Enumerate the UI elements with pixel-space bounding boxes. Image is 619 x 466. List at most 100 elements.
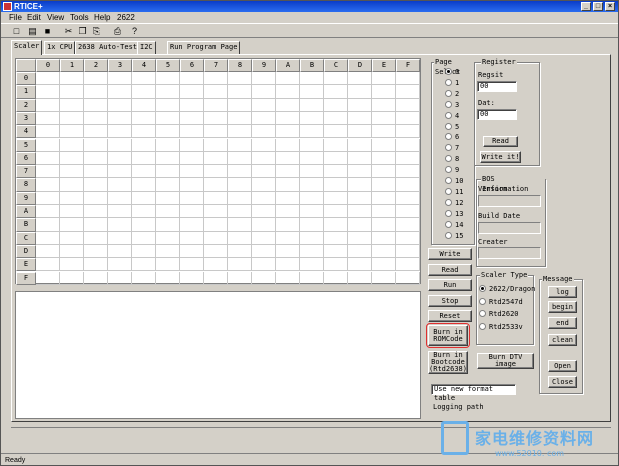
grid-cell[interactable] <box>324 244 348 259</box>
grid-cell[interactable] <box>348 138 372 152</box>
grid-cell[interactable] <box>396 258 420 272</box>
grid-cell[interactable] <box>252 138 276 152</box>
grid-cell[interactable] <box>180 151 204 166</box>
grid-cell[interactable] <box>132 178 156 192</box>
grid-cell[interactable] <box>300 244 324 259</box>
grid-cell[interactable] <box>60 205 84 219</box>
grid-cell[interactable] <box>276 111 300 126</box>
grid-cell[interactable] <box>36 151 60 166</box>
page-radio-9[interactable]: 9 <box>445 166 459 175</box>
grid-cell[interactable] <box>324 231 348 245</box>
register-grid[interactable]: 0123456789ABCDEF0123456789ABCDEF <box>15 58 421 285</box>
scaler-radio-2622-dragon[interactable]: 2622/Dragon <box>479 285 535 294</box>
grid-cell[interactable] <box>108 231 132 245</box>
grid-cell[interactable] <box>108 271 132 285</box>
grid-cell[interactable] <box>36 205 60 219</box>
grid-cell[interactable] <box>228 231 252 245</box>
grid-cell[interactable] <box>132 165 156 179</box>
grid-cell[interactable] <box>84 138 108 152</box>
grid-cell[interactable] <box>396 125 420 139</box>
grid-cell[interactable] <box>276 258 300 272</box>
grid-cell[interactable] <box>180 178 204 192</box>
grid-cell[interactable] <box>180 111 204 126</box>
grid-cell[interactable] <box>204 98 228 112</box>
grid-cell[interactable] <box>204 205 228 219</box>
page-radio-6[interactable]: 6 <box>445 133 459 142</box>
grid-cell[interactable] <box>204 125 228 139</box>
grid-cell[interactable] <box>372 125 396 139</box>
tab-2638-auto-test[interactable]: 2638 Auto-Test <box>75 41 141 54</box>
grid-cell[interactable] <box>396 244 420 259</box>
stop-button[interactable]: Stop <box>428 295 472 307</box>
clean-button[interactable]: clean <box>548 334 577 346</box>
menu-edit[interactable]: Edit <box>27 13 41 22</box>
grid-cell[interactable] <box>156 205 180 219</box>
grid-cell[interactable] <box>156 178 180 192</box>
grid-cell[interactable] <box>60 151 84 166</box>
grid-cell[interactable] <box>300 151 324 166</box>
grid-cell[interactable] <box>228 138 252 152</box>
grid-cell[interactable] <box>348 165 372 179</box>
maximize-button[interactable]: □ <box>593 2 603 11</box>
grid-cell[interactable] <box>60 191 84 205</box>
grid-cell[interactable] <box>396 138 420 152</box>
page-radio-1[interactable]: 1 <box>445 78 459 88</box>
grid-cell[interactable] <box>276 178 300 192</box>
grid-cell[interactable] <box>396 72 420 86</box>
grid-cell[interactable] <box>348 191 372 205</box>
grid-cell[interactable] <box>180 191 204 205</box>
grid-cell[interactable] <box>252 271 276 285</box>
close-button[interactable]: × <box>605 2 615 11</box>
reset-button[interactable]: Reset <box>428 310 472 322</box>
grid-cell[interactable] <box>252 98 276 112</box>
grid-cell[interactable] <box>60 98 84 112</box>
grid-cell[interactable] <box>204 218 228 232</box>
grid-cell[interactable] <box>396 205 420 219</box>
grid-cell[interactable] <box>348 178 372 192</box>
grid-cell[interactable] <box>252 231 276 245</box>
grid-cell[interactable] <box>132 218 156 232</box>
tab-run-program-page[interactable]: Run Program Page <box>167 41 241 54</box>
page-radio-8[interactable]: 8 <box>445 155 459 164</box>
save-icon[interactable]: ■ <box>42 26 53 36</box>
minimize-button[interactable]: _ <box>581 2 591 11</box>
grid-cell[interactable] <box>84 258 108 272</box>
grid-cell[interactable] <box>84 151 108 166</box>
grid-cell[interactable] <box>228 72 252 86</box>
grid-cell[interactable] <box>324 178 348 192</box>
grid-cell[interactable] <box>252 191 276 205</box>
grid-cell[interactable] <box>84 85 108 99</box>
help-icon[interactable]: ? <box>129 26 140 36</box>
grid-cell[interactable] <box>60 111 84 126</box>
grid-cell[interactable] <box>108 244 132 259</box>
grid-cell[interactable] <box>180 138 204 152</box>
page-radio-7[interactable]: 7 <box>445 144 459 153</box>
grid-cell[interactable] <box>372 98 396 112</box>
grid-cell[interactable] <box>36 165 60 179</box>
grid-cell[interactable] <box>300 271 324 285</box>
print-icon[interactable]: ⎙ <box>112 26 123 36</box>
grid-cell[interactable] <box>300 178 324 192</box>
grid-cell[interactable] <box>252 125 276 139</box>
grid-cell[interactable] <box>132 111 156 126</box>
grid-cell[interactable] <box>372 178 396 192</box>
grid-cell[interactable] <box>372 165 396 179</box>
page-radio-0[interactable]: 0 <box>445 68 459 77</box>
tab-1x-cpu[interactable]: 1x CPU <box>44 41 76 54</box>
grid-cell[interactable] <box>36 244 60 259</box>
page-radio-14[interactable]: 14 <box>445 220 463 230</box>
grid-cell[interactable] <box>108 98 132 112</box>
grid-cell[interactable] <box>396 178 420 192</box>
grid-cell[interactable] <box>252 244 276 259</box>
grid-cell[interactable] <box>324 125 348 139</box>
grid-cell[interactable] <box>156 85 180 99</box>
grid-cell[interactable] <box>204 111 228 126</box>
menu-tools[interactable]: Tools <box>70 13 89 22</box>
grid-cell[interactable] <box>36 138 60 152</box>
grid-cell[interactable] <box>180 271 204 285</box>
grid-cell[interactable] <box>348 244 372 259</box>
grid-cell[interactable] <box>372 271 396 285</box>
grid-cell[interactable] <box>372 191 396 205</box>
page-radio-12[interactable]: 12 <box>445 198 463 208</box>
grid-cell[interactable] <box>324 205 348 219</box>
